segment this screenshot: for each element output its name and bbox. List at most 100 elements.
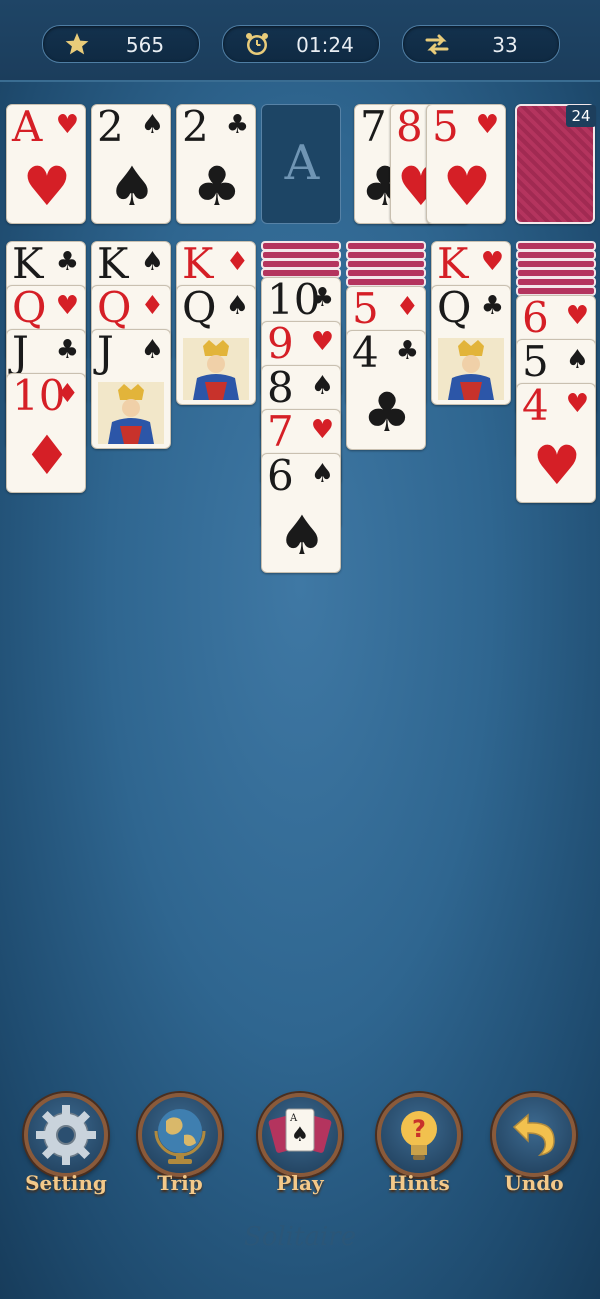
alarm-clock-icon [246, 33, 268, 55]
globe-icon [154, 1109, 206, 1164]
card-rank: 4 [352, 330, 379, 377]
star-icon [65, 33, 89, 55]
card-rank: 4 [522, 383, 549, 430]
status-bar: 565 01:24 33 [0, 0, 600, 82]
card-rank: J [12, 329, 29, 376]
card-suit: ♣ [55, 335, 79, 365]
card-suit-large: ♥ [532, 434, 582, 497]
card-suit: ♥ [55, 110, 79, 140]
card-suit: ♣ [55, 247, 79, 277]
tableau-card[interactable]: 4 ♣ ♣ [346, 330, 426, 450]
card-rank: 5 [352, 286, 379, 333]
foundation-spades[interactable]: 2 ♠ ♠ [91, 104, 171, 224]
card-suit-large: ♣ [362, 381, 412, 444]
solitaire-watermark: Solitaire [243, 1222, 357, 1252]
card-rank: 5 [522, 339, 549, 386]
foundation-empty-slot[interactable]: A [261, 104, 341, 224]
trip-label: Trip [157, 1171, 203, 1195]
card-suit: ♥ [310, 327, 334, 357]
hints-button[interactable]: ? Hints [369, 1093, 469, 1203]
score-value: 565 [125, 33, 165, 57]
hints-label: Hints [388, 1171, 450, 1195]
card-rank: K [97, 241, 129, 288]
card-rank: Q [12, 285, 47, 332]
card-suit: ♦ [225, 247, 249, 277]
play-label: Play [276, 1171, 324, 1195]
card-rank: 9 [267, 321, 294, 368]
foundation-clubs[interactable]: 2 ♣ ♣ [176, 104, 256, 224]
button-circle [492, 1093, 576, 1177]
card-suit: ♥ [480, 247, 504, 277]
score-pill: 565 [42, 25, 200, 63]
card-rank: 2 [182, 104, 209, 151]
card-suit-large: ♥ [22, 155, 72, 218]
card-suit: ♠ [565, 345, 589, 375]
undo-arrow-icon [512, 1113, 555, 1157]
swap-arrows-icon [425, 34, 449, 55]
court-card-figure-icon [98, 382, 164, 444]
card-rank: 7 [267, 409, 294, 456]
card-suit: ♥ [55, 291, 79, 321]
card-rank: 8 [396, 104, 423, 151]
svg-text:?: ? [412, 1115, 426, 1143]
button-circle: A ♠ [258, 1093, 342, 1177]
card-rank: 8 [267, 365, 294, 412]
waste-top-card[interactable]: 5 ♥ ♥ [426, 104, 506, 224]
card-rank: 6 [267, 453, 294, 500]
card-suit-large: ♠ [107, 155, 157, 218]
playing-cards-icon: A ♠ [268, 1108, 332, 1153]
card-rank: Q [182, 285, 217, 332]
card-suit: ♣ [225, 110, 249, 140]
lightbulb-icon: ? [401, 1111, 437, 1160]
stock-count-badge: 24 [566, 105, 596, 127]
card-suit-large: ♦ [22, 424, 72, 487]
court-card-figure-icon [438, 338, 504, 400]
setting-label: Setting [25, 1171, 107, 1195]
tableau-card[interactable]: 6 ♠ ♠ [261, 453, 341, 573]
tableau-card[interactable]: 4 ♥ ♥ [516, 383, 596, 503]
card-suit-large: ♣ [192, 155, 242, 218]
svg-text:♠: ♠ [291, 1122, 309, 1146]
card-suit: ♦ [395, 292, 419, 322]
card-suit: ♣ [310, 283, 334, 313]
card-suit: ♠ [310, 371, 334, 401]
button-circle [24, 1093, 108, 1177]
trip-button[interactable]: Trip [130, 1093, 230, 1203]
tableau-card[interactable]: J ♠ [91, 329, 171, 449]
card-suit: ♥ [565, 389, 589, 419]
card-suit: ♠ [225, 291, 249, 321]
undo-button[interactable]: Undo [484, 1093, 584, 1203]
card-suit: ♣ [395, 336, 419, 366]
tableau-card[interactable]: Q ♣ [431, 285, 511, 405]
card-suit: ♠ [140, 110, 164, 140]
card-suit: ♦ [140, 291, 164, 321]
undo-label: Undo [504, 1171, 564, 1195]
card-suit: ♠ [140, 247, 164, 277]
timer-pill: 01:24 [222, 25, 380, 63]
moves-pill: 33 [402, 25, 560, 63]
card-rank: J [97, 329, 114, 376]
card-rank: K [437, 241, 469, 288]
card-suit: ♣ [480, 291, 504, 321]
card-suit-large: ♠ [277, 504, 327, 567]
card-rank: A [12, 104, 43, 151]
card-rank: 6 [522, 295, 549, 342]
card-rank: K [12, 241, 44, 288]
card-suit-large: ♥ [442, 155, 492, 218]
card-suit: ♦ [55, 379, 79, 409]
card-rank: 7 [360, 104, 387, 151]
card-suit: ♠ [140, 335, 164, 365]
card-rank: 2 [97, 104, 124, 151]
play-button[interactable]: A ♠ Play [250, 1093, 350, 1203]
court-card-figure-icon [183, 338, 249, 400]
foundation-hearts[interactable]: A ♥ ♥ [6, 104, 86, 224]
tableau-card[interactable]: 10 ♦ ♦ [6, 373, 86, 493]
button-circle [138, 1093, 222, 1177]
setting-button[interactable]: Setting [16, 1093, 116, 1203]
moves-value: 33 [492, 33, 518, 57]
card-suit: ♠ [310, 459, 334, 489]
button-circle: ? [377, 1093, 461, 1177]
tableau-card[interactable]: Q ♠ [176, 285, 256, 405]
foundation-placeholder-letter: A [284, 135, 320, 191]
card-rank: 5 [432, 104, 459, 151]
